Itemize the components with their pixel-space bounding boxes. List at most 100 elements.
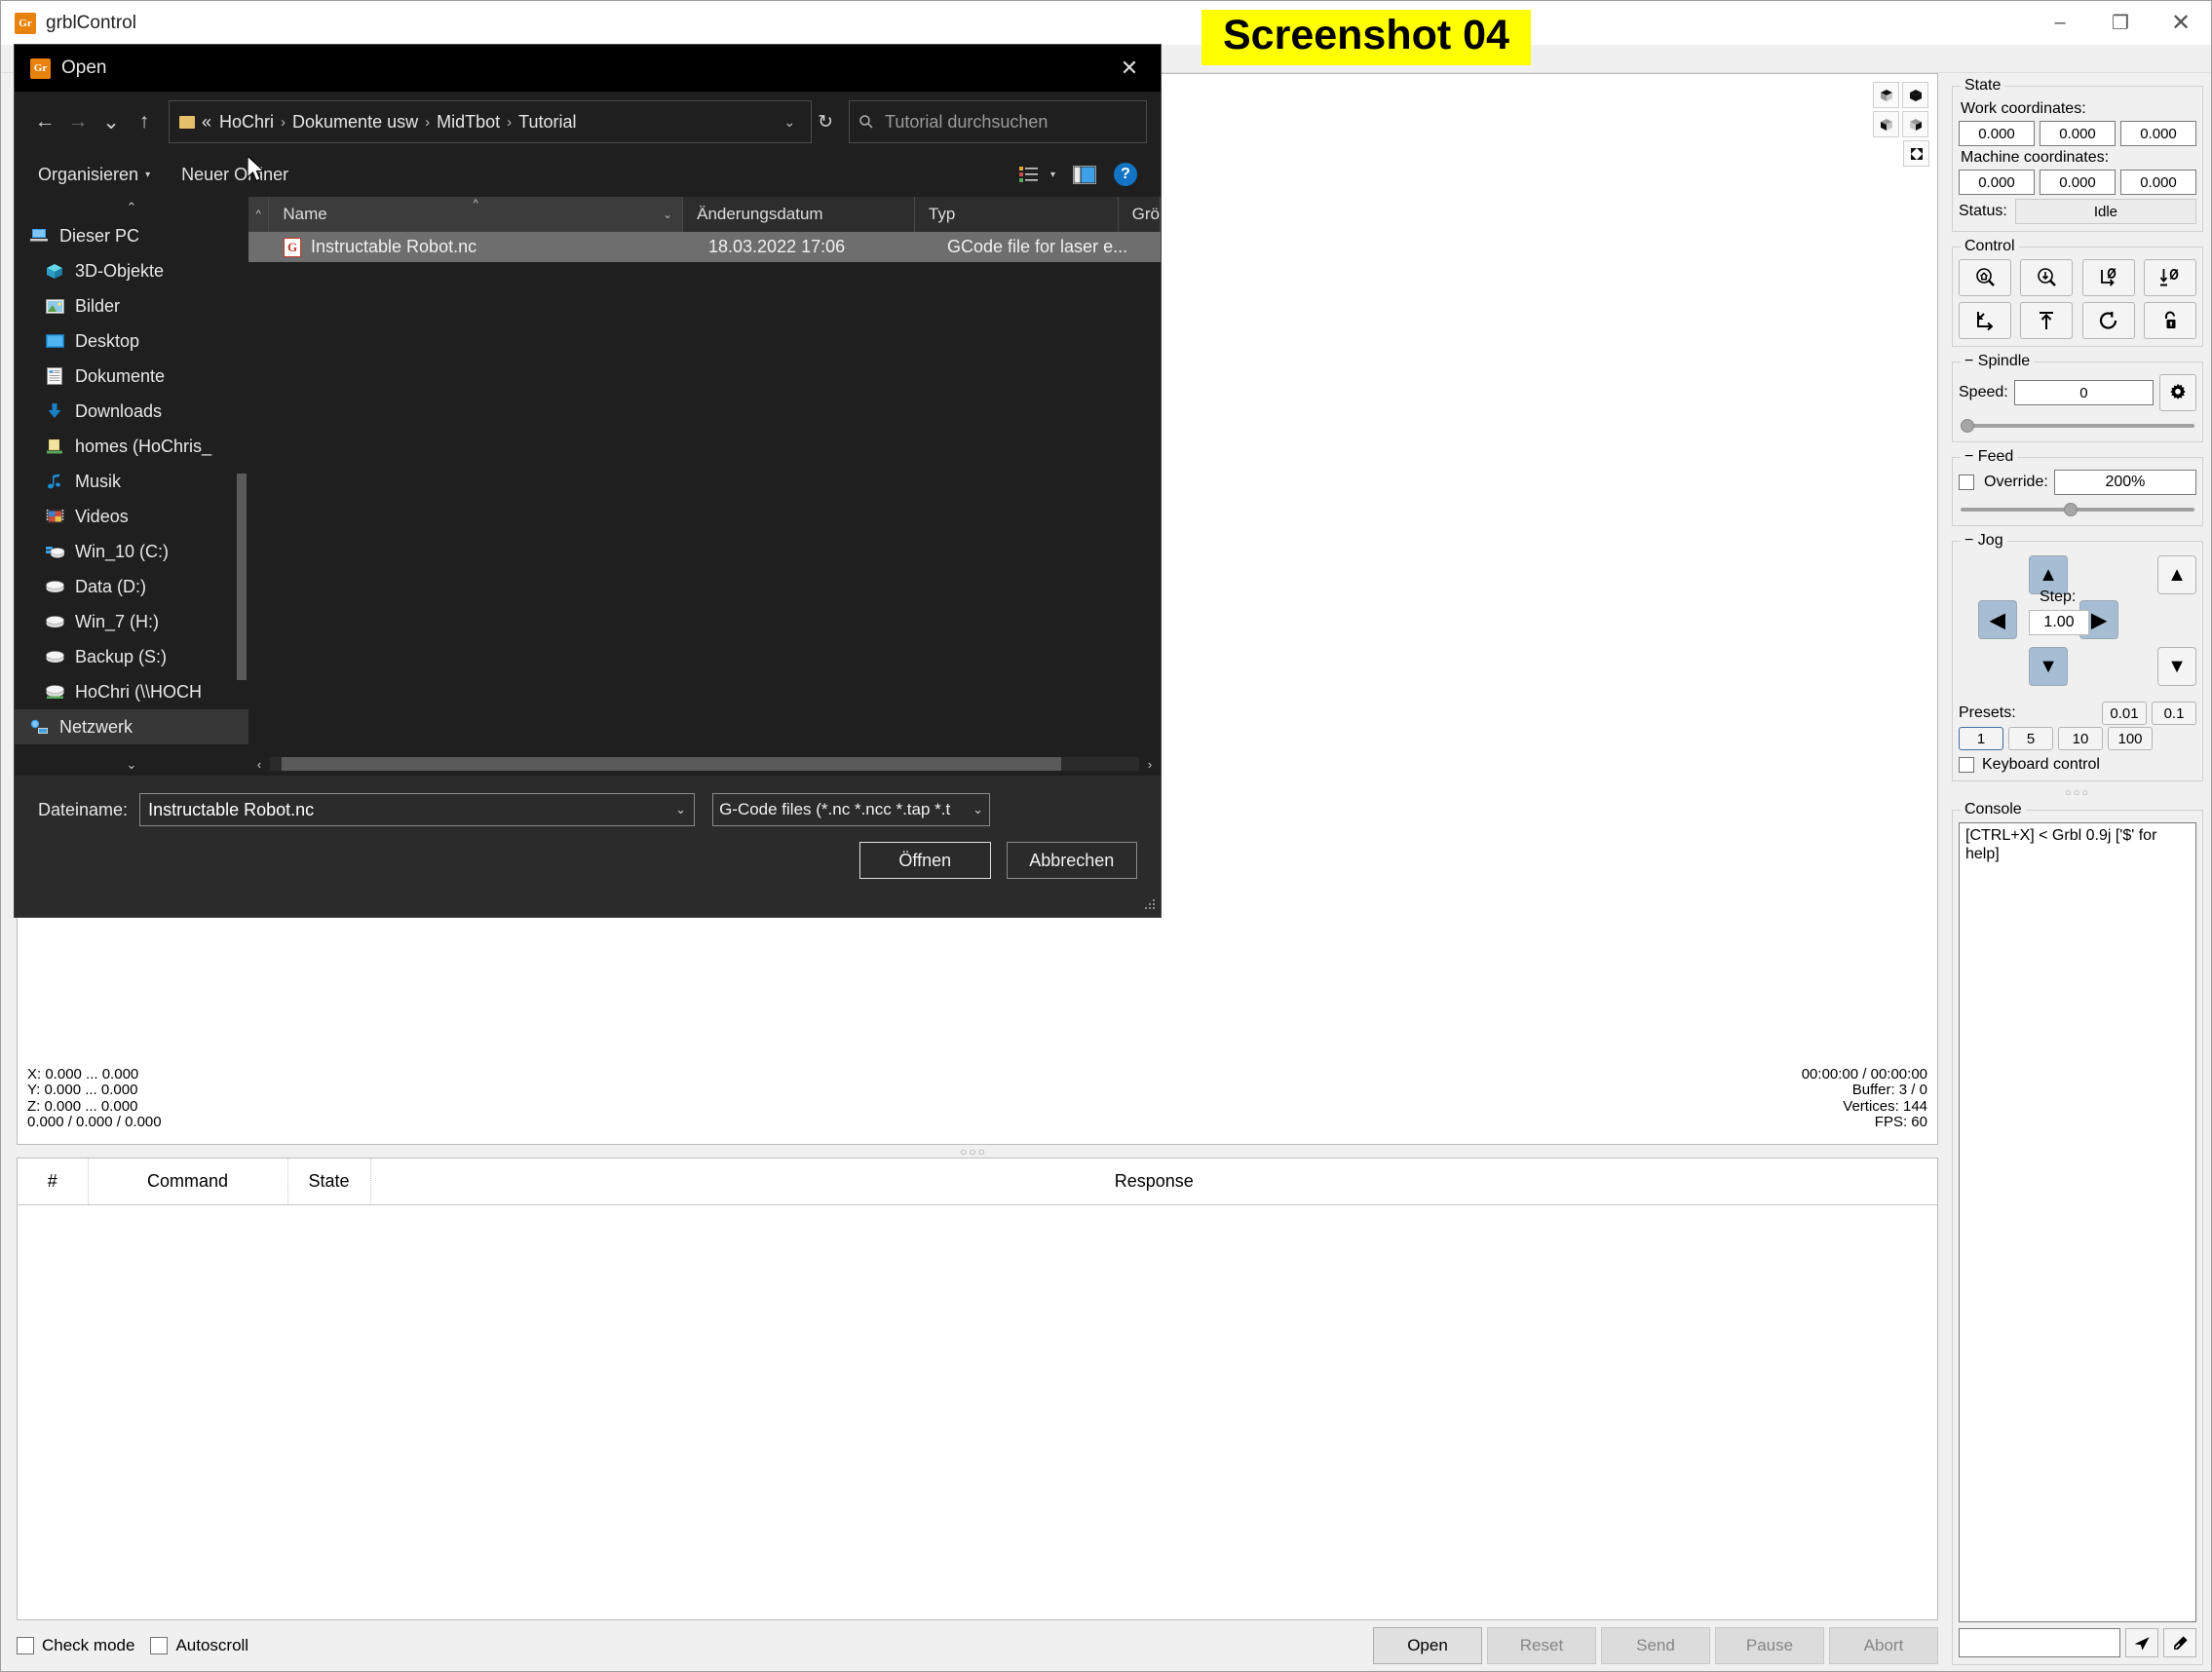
scroll-left-icon[interactable]: ‹ [248,757,270,772]
jog-down-button[interactable]: ▼ [2029,647,2068,686]
sidebar-item-win-10-c[interactable]: Win_10 (C:) [15,534,248,569]
home-search-icon[interactable] [1959,259,2011,296]
jog-collapse-icon[interactable]: − [1964,532,1973,549]
sidebar-item-dieser-pc[interactable]: Dieser PC [15,218,248,253]
history-dropdown-button[interactable]: ⌄ [95,105,128,138]
command-input[interactable] [1959,1628,2120,1657]
send-button[interactable]: Send [1601,1627,1710,1664]
slider-knob[interactable] [2064,503,2078,516]
jog-left-button[interactable]: ◀ [1978,600,2017,639]
chevron-down-icon[interactable]: ⌄ [663,208,672,221]
sidebar-item-netzwerk[interactable]: Netzwerk [15,709,248,744]
column-header-modified[interactable]: Änderungsdatum [683,197,915,232]
chevron-down-icon[interactable]: ⌄ [774,114,805,131]
override-value[interactable]: 200% [2054,470,2196,495]
column-header-state[interactable]: State [287,1159,370,1205]
sidebar-item-3d-objekte[interactable]: 3D-Objekte [15,253,248,288]
breadcrumb[interactable]: « › HoChri › Dokumente usw › MidTbot › T… [169,100,812,143]
clear-icon[interactable] [2163,1628,2196,1657]
safe-position-icon[interactable] [2020,302,2073,339]
work-x-field[interactable]: 0.000 [1959,121,2035,146]
breadcrumb-item-1[interactable]: Dokumente usw [292,112,418,133]
preset-10-button[interactable]: 10 [2058,727,2103,750]
file-list-body[interactable]: Instructable Robot.nc 18.03.2022 17:06 G… [248,232,1161,752]
sidebar-item-hochri-network[interactable]: HoChri (\\HOCH [15,674,248,709]
column-header-command[interactable]: Command [88,1159,287,1205]
sidebar-item-videos[interactable]: Videos [15,499,248,534]
new-folder-button[interactable]: Neuer Ordner [181,165,288,185]
restore-origin-icon[interactable] [1959,302,2011,339]
column-header-response[interactable]: Response [370,1159,1937,1205]
machine-y-field[interactable]: 0.000 [2040,170,2116,195]
spindle-slider[interactable] [1961,418,2194,434]
column-header-size[interactable]: Grö [1119,197,1161,232]
jog-z-up-button[interactable]: ▲ [2157,555,2196,594]
autoscroll-checkbox[interactable]: Autoscroll [150,1636,248,1655]
checkbox-box[interactable] [17,1637,34,1654]
sidebar-item-homes[interactable]: homes (HoChris_ [15,429,248,464]
search-input[interactable]: Tutorial durchsuchen [849,100,1147,143]
refresh-icon[interactable]: ↻ [812,111,839,133]
chevron-down-icon[interactable]: ⌄ [973,802,983,817]
chevron-down-icon[interactable]: ⌄ [675,802,686,817]
breadcrumb-item-2[interactable]: MidTbot [437,112,500,133]
breadcrumb-item-0[interactable]: HoChri [219,112,274,133]
work-z-field[interactable]: 0.000 [2120,121,2196,146]
feed-slider[interactable] [1961,502,2194,517]
preset-0-1-button[interactable]: 0.1 [2152,702,2196,725]
scroll-right-icon[interactable]: › [1139,757,1161,772]
column-header-index[interactable]: # [18,1159,88,1205]
command-table[interactable]: # Command State Response [17,1158,1938,1620]
checkbox-box[interactable] [150,1637,168,1654]
slider-knob[interactable] [1961,419,1974,433]
zprobe-search-icon[interactable] [2020,259,2073,296]
zero-z-icon[interactable] [2144,259,2196,296]
iso-view-icon[interactable] [1873,82,1899,108]
jog-z-down-button[interactable]: ▼ [2157,647,2196,686]
dialog-cancel-button[interactable]: Abbrechen [1007,842,1138,879]
front-view-icon[interactable] [1902,82,1928,108]
pause-button[interactable]: Pause [1715,1627,1824,1664]
list-view-icon[interactable]: ▾ [1019,166,1055,183]
sidebar-item-win-7-h[interactable]: Win_7 (H:) [15,604,248,639]
viewport-splitter[interactable]: ○○○ [1,1145,1946,1158]
machine-z-field[interactable]: 0.000 [2120,170,2196,195]
sidebar-item-data-d[interactable]: Data (D:) [15,569,248,604]
preset-1-button[interactable]: 1 [1959,727,2003,750]
sidebar-scroll-up[interactable]: ⌃ [15,197,248,218]
send-icon[interactable] [2125,1628,2158,1657]
abort-button[interactable]: Abort [1829,1627,1938,1664]
file-row-instructable-robot[interactable]: Instructable Robot.nc 18.03.2022 17:06 G… [248,232,1161,262]
top-view-icon[interactable] [1902,111,1928,137]
check-mode-checkbox[interactable]: Check mode [17,1636,134,1655]
file-type-filter[interactable]: G-Code files (*.nc *.ncc *.tap *.t ⌄ [712,793,990,826]
machine-x-field[interactable]: 0.000 [1959,170,2035,195]
dialog-close-button[interactable]: ✕ [1098,45,1161,92]
column-header-name[interactable]: ^ Name ⌄ [269,197,683,232]
filename-input[interactable]: Instructable Robot.nc ⌄ [139,793,695,826]
sidebar-item-downloads[interactable]: Downloads [15,394,248,429]
spindle-speed-input[interactable]: 0 [2014,380,2154,405]
gear-icon[interactable] [2159,374,2196,411]
work-y-field[interactable]: 0.000 [2040,121,2116,146]
console-splitter[interactable]: ○○○ [1952,787,2203,801]
back-button[interactable]: ← [28,105,61,138]
step-input[interactable]: 1.00 [2029,610,2089,635]
forward-button[interactable]: → [61,105,95,138]
close-button[interactable]: ✕ [2151,1,2211,45]
column-header-type[interactable]: Typ [915,197,1119,232]
sidebar-item-backup-s[interactable]: Backup (S:) [15,639,248,674]
preview-pane-icon[interactable] [1073,166,1096,184]
unlock-icon[interactable] [2144,302,2196,339]
help-button[interactable]: ? [1114,163,1137,186]
sidebar-item-bilder[interactable]: Bilder [15,288,248,323]
sidebar-item-desktop[interactable]: Desktop [15,323,248,359]
left-view-icon[interactable] [1873,111,1899,137]
scrollbar-track[interactable] [270,757,1139,771]
scrollbar-thumb[interactable] [282,757,1061,771]
breadcrumb-item-3[interactable]: Tutorial [518,112,576,133]
reset-icon[interactable] [2082,302,2135,339]
override-checkbox[interactable] [1959,475,1974,490]
sidebar-scroll-down[interactable]: ⌄ [15,754,248,776]
preset-5-button[interactable]: 5 [2008,727,2053,750]
